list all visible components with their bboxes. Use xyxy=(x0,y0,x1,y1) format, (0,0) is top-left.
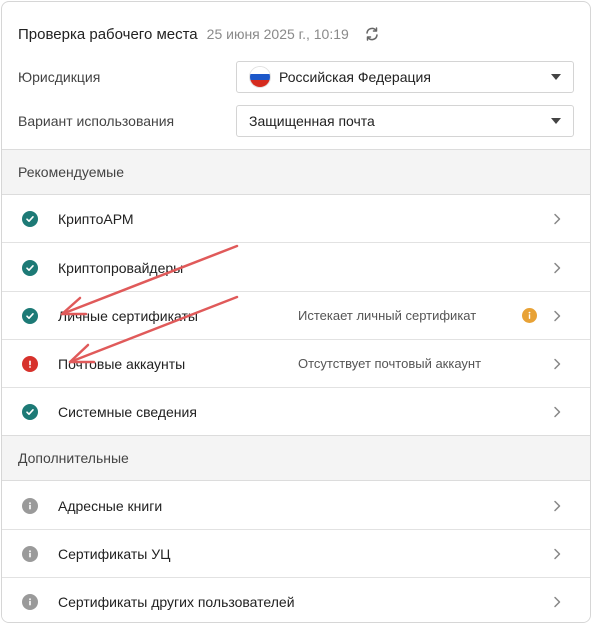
usage-row: Вариант использования Защищенная почта xyxy=(18,105,574,137)
list-item-cryptoarm[interactable]: КриптоАРМ xyxy=(2,195,590,243)
usage-select[interactable]: Защищенная почта xyxy=(236,105,574,137)
chevron-down-icon xyxy=(551,118,561,124)
page-title: Проверка рабочего места xyxy=(18,25,198,43)
info-icon xyxy=(22,498,38,514)
info-icon xyxy=(22,594,38,610)
list-item-ca-certificates[interactable]: Сертификаты УЦ xyxy=(2,530,590,578)
list-item-system-info[interactable]: Системные сведения xyxy=(2,388,590,436)
item-status-note: Отсутствует почтовый аккаунт xyxy=(298,356,482,371)
item-label: Адресные книги xyxy=(58,497,163,514)
russia-flag-icon xyxy=(249,66,271,88)
info-icon xyxy=(22,546,38,562)
item-label: КриптоАРМ xyxy=(58,210,134,227)
chevron-right-icon xyxy=(554,406,561,418)
panel-header: Проверка рабочего места 25 июня 2025 г.,… xyxy=(18,24,381,44)
check-timestamp: 25 июня 2025 г., 10:19 xyxy=(206,26,349,42)
list-item-address-books[interactable]: Адресные книги xyxy=(2,482,590,530)
item-label: Личные сертификаты xyxy=(58,307,198,324)
section-title: Рекомендуемые xyxy=(18,164,124,180)
chevron-right-icon xyxy=(554,596,561,608)
list-item-personal-certificates[interactable]: Личные сертификаты Истекает личный серти… xyxy=(2,292,590,340)
chevron-right-icon xyxy=(554,548,561,560)
jurisdiction-label: Юрисдикция xyxy=(18,69,101,85)
section-additional: Дополнительные xyxy=(2,435,590,481)
workplace-check-panel: Проверка рабочего места 25 июня 2025 г.,… xyxy=(1,1,591,623)
error-icon xyxy=(22,356,38,372)
list-item-mail-accounts[interactable]: Почтовые аккаунты Отсутствует почтовый а… xyxy=(2,340,590,388)
item-label: Сертификаты других пользователей xyxy=(58,594,295,610)
jurisdiction-value: Российская Федерация xyxy=(279,69,431,85)
chevron-right-icon xyxy=(554,358,561,370)
item-label: Почтовые аккаунты xyxy=(58,355,186,372)
section-title: Дополнительные xyxy=(18,450,129,466)
section-recommended: Рекомендуемые xyxy=(2,149,590,195)
check-icon xyxy=(22,404,38,420)
chevron-right-icon xyxy=(554,213,561,225)
check-icon xyxy=(22,308,38,324)
jurisdiction-row: Юрисдикция Российская Федерация xyxy=(18,61,574,93)
item-status-note: Истекает личный сертификат xyxy=(298,308,477,323)
check-icon xyxy=(22,260,38,276)
check-icon xyxy=(22,211,38,227)
jurisdiction-select[interactable]: Российская Федерация xyxy=(236,61,574,93)
chevron-down-icon xyxy=(551,74,561,80)
usage-label: Вариант использования xyxy=(18,113,175,129)
list-item-other-users-certificates[interactable]: Сертификаты других пользователей xyxy=(2,578,590,622)
chevron-right-icon xyxy=(554,500,561,512)
item-label: Системные сведения xyxy=(58,403,197,420)
chevron-right-icon xyxy=(554,310,561,322)
warning-info-icon[interactable] xyxy=(522,308,537,323)
item-label: Криптопровайдеры xyxy=(58,259,184,276)
refresh-icon[interactable] xyxy=(363,25,381,43)
item-label: Сертификаты УЦ xyxy=(58,545,171,562)
chevron-right-icon xyxy=(554,262,561,274)
list-item-crypto-providers[interactable]: Криптопровайдеры xyxy=(2,244,590,292)
usage-value: Защищенная почта xyxy=(249,113,375,129)
